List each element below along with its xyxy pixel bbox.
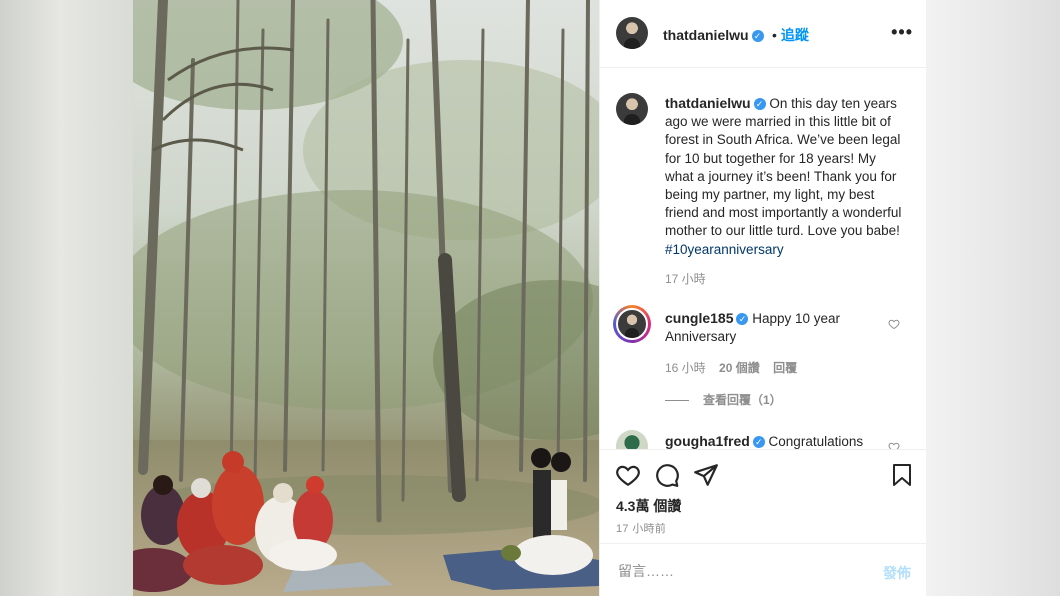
comment-like-count[interactable]: 20 個讚 <box>719 361 760 375</box>
save-bookmark-icon[interactable] <box>890 462 914 488</box>
author-avatar[interactable] <box>616 17 648 49</box>
comment-like-heart-icon[interactable] <box>888 441 900 449</box>
comment-timestamp[interactable]: 16 小時 <box>665 361 706 375</box>
comment-text: Congratulations <box>768 434 864 449</box>
caption-timestamp[interactable]: 17 小時 <box>665 270 706 287</box>
verified-badge-icon: ✓ <box>752 436 765 449</box>
caption-hashtag-link[interactable]: #10yearanniversary <box>665 242 784 257</box>
comment-username[interactable]: cungle185 <box>665 310 733 326</box>
comment-input[interactable] <box>616 558 870 584</box>
comment-bubble-icon[interactable] <box>654 462 680 488</box>
verified-badge-icon: ✓ <box>751 29 764 42</box>
comment-composer: 發佈 <box>600 543 927 596</box>
replies-divider <box>665 400 689 402</box>
more-options-icon[interactable]: ••• <box>891 22 913 43</box>
story-ring[interactable] <box>613 305 651 343</box>
like-heart-icon[interactable] <box>615 462 641 488</box>
author-line: thatdanielwu ✓ • 追蹤 <box>663 25 809 45</box>
author-username[interactable]: thatdanielwu <box>663 27 749 43</box>
forest-wedding-illustration <box>133 0 599 596</box>
follow-button[interactable]: 追蹤 <box>781 27 809 43</box>
comment-avatar-cungle185[interactable] <box>616 308 648 340</box>
comments-scroll-area[interactable]: thatdanielwu ✓ On this day ten years ago … <box>600 68 927 449</box>
comment-reply-button[interactable]: 回覆 <box>773 361 797 375</box>
view-replies-label[interactable]: 查看回覆（1） <box>703 393 782 407</box>
verified-badge-icon: ✓ <box>753 98 766 111</box>
post-header: thatdanielwu ✓ • 追蹤 ••• <box>600 0 927 68</box>
like-count[interactable]: 4.3萬 個讚 <box>616 496 681 516</box>
caption: thatdanielwu ✓ On this day ten years ago … <box>665 94 905 259</box>
separator-dot: • <box>772 27 777 43</box>
post-actions: 4.3萬 個讚 17 小時前 <box>600 449 927 543</box>
post-detail-panel: thatdanielwu ✓ • 追蹤 ••• thatdanielwu ✓ On t… <box>599 0 927 596</box>
caption-author-avatar[interactable] <box>616 93 648 125</box>
comment-username[interactable]: gougha1fred <box>665 433 750 449</box>
view-replies-button[interactable]: 查看回覆（1） <box>665 391 792 408</box>
share-paper-plane-icon[interactable] <box>693 462 719 488</box>
caption-author-username[interactable]: thatdanielwu <box>665 95 751 111</box>
comment-like-heart-icon[interactable] <box>888 318 900 330</box>
verified-badge-icon: ✓ <box>736 313 749 326</box>
comment-item: gougha1fred ✓ Congratulations <box>665 432 875 449</box>
caption-body: On this day ten years ago we were marrie… <box>665 96 902 239</box>
comment-item: cungle185 ✓ Happy 10 year Anniversary <box>665 309 875 346</box>
comment-meta: 16 小時 20 個讚 回覆 <box>665 359 807 376</box>
background-left <box>0 0 133 596</box>
post-photo[interactable] <box>133 0 599 596</box>
comment-avatar-gougha1fred[interactable] <box>616 430 648 449</box>
post-comment-button[interactable]: 發佈 <box>883 563 911 583</box>
post-timestamp[interactable]: 17 小時前 <box>616 520 666 536</box>
background-right <box>926 0 1060 596</box>
